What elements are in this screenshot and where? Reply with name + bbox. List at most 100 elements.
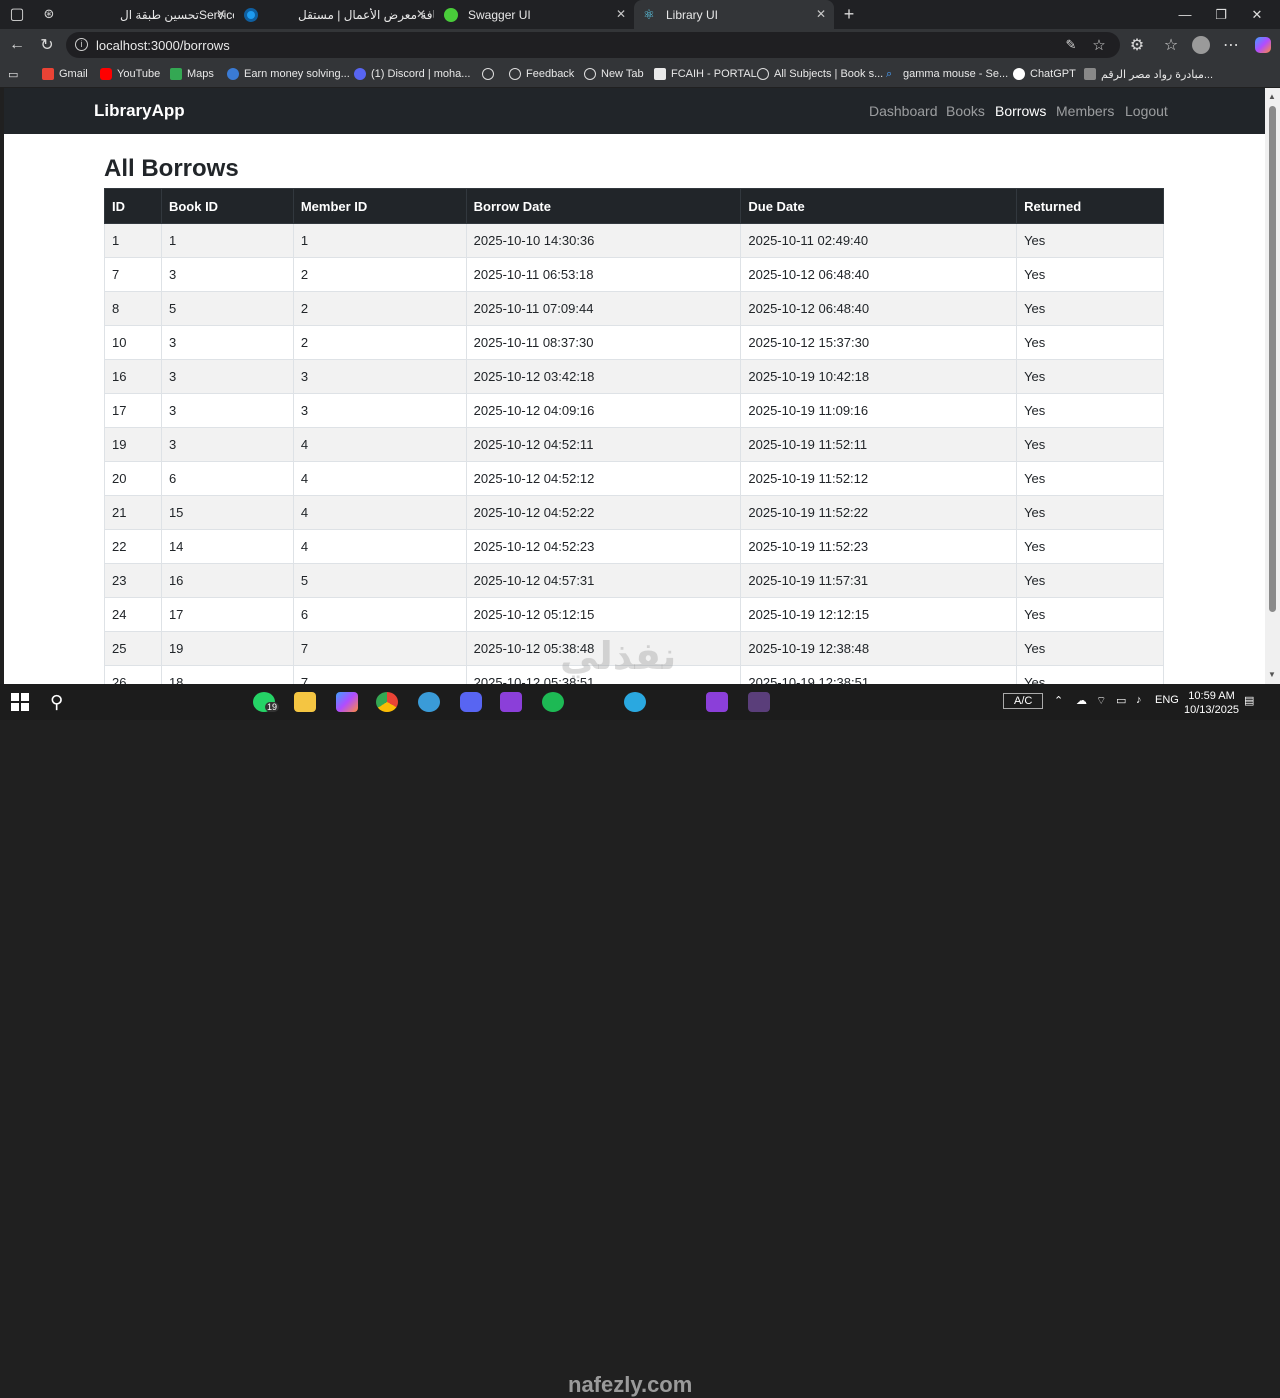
browser-toolbar: ← ↻ i localhost:3000/borrows ✎ ☆ ⚙ ☆ ⋯: [0, 29, 1280, 61]
page-scrollbar[interactable]: ▲ ▼: [1265, 88, 1280, 684]
tab-actions-icon[interactable]: ▢: [6, 4, 28, 24]
table-cell: 17: [104, 393, 162, 428]
bookmark-feedback[interactable]: Feedback: [509, 66, 574, 82]
search-icon[interactable]: ⚲: [50, 692, 72, 712]
table-cell: 2025-10-12 06:48:40: [740, 257, 1018, 292]
discord-taskbar-icon[interactable]: [460, 692, 482, 712]
table-cell: 2025-10-19 10:42:18: [740, 359, 1018, 394]
table-cell: Yes: [1016, 563, 1164, 598]
site-info-icon[interactable]: i: [75, 38, 88, 51]
table-cell: Yes: [1016, 291, 1164, 326]
bookmark-new-tab[interactable]: New Tab: [584, 66, 644, 82]
bookmark-earn-money[interactable]: Earn money solving...: [227, 66, 350, 82]
table-cell: Yes: [1016, 597, 1164, 632]
watermark-arabic: نفذلي: [560, 636, 677, 678]
spotify-icon[interactable]: [542, 692, 564, 712]
windows-start-icon[interactable]: [10, 692, 32, 712]
new-tab-icon[interactable]: +: [838, 4, 860, 24]
reload-icon[interactable]: ↻: [36, 35, 58, 55]
visual-studio-2-icon[interactable]: [706, 692, 728, 712]
bookmark-gmail[interactable]: Gmail: [42, 66, 88, 82]
bookmark-youtube[interactable]: YouTube: [100, 66, 160, 82]
table-cell: 2025-10-19 11:52:23: [740, 529, 1018, 564]
volume-icon[interactable]: ♪: [1136, 694, 1142, 706]
bookmark-maps[interactable]: Maps: [170, 66, 214, 82]
table-cell: 16: [104, 359, 162, 394]
more-menu-icon[interactable]: ⋯: [1220, 35, 1242, 55]
table-cell: 6: [292, 597, 467, 632]
scrollbar-thumb[interactable]: [1269, 106, 1276, 612]
whatsapp-icon[interactable]: 19: [253, 692, 280, 712]
table-cell: 2025-10-10 14:30:36: [465, 223, 742, 258]
table-cell: 2025-10-11 02:49:40: [740, 223, 1018, 258]
translate-icon[interactable]: ✎: [1060, 35, 1082, 55]
profile-avatar-icon[interactable]: [1190, 35, 1212, 55]
close-tab-icon[interactable]: ✕: [816, 7, 826, 21]
openai-favicon-icon[interactable]: ⊛: [38, 4, 60, 24]
tab-swagger[interactable]: Swagger UI ✕: [436, 0, 634, 29]
language-indicator[interactable]: ENG: [1155, 694, 1179, 706]
back-icon[interactable]: ←: [6, 35, 28, 55]
collections-icon[interactable]: ▭: [8, 66, 18, 82]
tab-service-layer[interactable]: تحسين طبقة الService ✕: [62, 0, 234, 29]
notifications-icon[interactable]: ▤: [1244, 694, 1254, 707]
close-tab-icon[interactable]: ✕: [416, 7, 426, 21]
nav-borrows[interactable]: Borrows: [995, 103, 1046, 119]
nav-members[interactable]: Members: [1056, 103, 1114, 119]
bookmark-fcaih-portal[interactable]: FCAIH - PORTAL: [654, 66, 757, 82]
extensions-icon[interactable]: ⚙: [1126, 35, 1148, 55]
table-cell: 4: [292, 461, 467, 496]
close-tab-icon[interactable]: ✕: [216, 7, 226, 21]
bookmark-globe[interactable]: [482, 66, 499, 82]
table-row: 24 17 6 2025-10-12 05:12:15 2025-10-19 12:12…: [104, 597, 1164, 632]
table-cell: 2025-10-12 04:57:31: [465, 563, 742, 598]
wifi-icon[interactable]: ⌔: [1096, 694, 1106, 708]
bookmark-rowad-misr[interactable]: مبادرة رواد مصر الرقم...: [1084, 66, 1213, 82]
table-row: 10 3 2 2025-10-11 08:37:30 2025-10-12 15:37:…: [104, 325, 1164, 360]
table-cell: 10: [104, 325, 162, 360]
close-tab-icon[interactable]: ✕: [616, 7, 626, 21]
copilot-taskbar-icon[interactable]: [336, 692, 358, 712]
youtube-icon: [100, 68, 112, 80]
scroll-down-icon[interactable]: ▼: [1268, 670, 1276, 679]
edge-icon[interactable]: [418, 692, 440, 712]
table-cell: 3: [292, 393, 467, 428]
globe-icon: [584, 68, 596, 80]
nav-dashboard[interactable]: Dashboard: [869, 103, 938, 119]
bookmark-all-subjects[interactable]: All Subjects | Book s...: [757, 66, 883, 82]
close-window-icon[interactable]: ✕: [1234, 0, 1280, 29]
table-cell: 2025-10-11 07:09:44: [465, 291, 742, 326]
battery-icon[interactable]: ▭: [1116, 694, 1126, 707]
table-cell: 8: [104, 291, 162, 326]
network-status-icon[interactable]: ☁: [1076, 694, 1087, 707]
terminal-icon[interactable]: [748, 692, 770, 712]
copilot-icon[interactable]: [1252, 35, 1274, 55]
file-explorer-icon[interactable]: [294, 692, 316, 712]
clock[interactable]: 10:59 AM 10/13/2025: [1184, 689, 1239, 717]
nav-books[interactable]: Books: [946, 103, 985, 119]
table-cell: 2025-10-19 12:38:48: [740, 631, 1018, 666]
bookmark-discord[interactable]: (1) Discord | moha...: [354, 66, 470, 82]
visual-studio-icon[interactable]: [500, 692, 522, 712]
windows-taskbar: ⚲ 19 nafezly.com A/C ⌃ ☁ ⌔ ▭ ♪ ENG 10:59…: [0, 684, 1280, 1397]
table-cell: Yes: [1016, 495, 1164, 530]
tab-library-ui[interactable]: ⚛ Library UI ✕: [634, 0, 834, 29]
favorites-icon[interactable]: ☆: [1160, 35, 1182, 55]
nav-logout[interactable]: Logout: [1125, 103, 1168, 119]
favorite-star-icon[interactable]: ☆: [1088, 35, 1110, 55]
table-cell: 2025-10-19 11:52:11: [740, 427, 1018, 462]
table-row: 1 1 1 2025-10-10 14:30:36 2025-10-11 02:49:4…: [104, 223, 1164, 258]
page-title: All Borrows: [104, 155, 239, 182]
address-bar[interactable]: i localhost:3000/borrows ✎ ☆: [66, 32, 1120, 58]
scroll-up-icon[interactable]: ▲: [1268, 92, 1276, 101]
app-brand[interactable]: LibraryApp: [94, 101, 185, 121]
app-icon[interactable]: [624, 692, 646, 712]
bookmark-gamma-mouse[interactable]: ⌕ gamma mouse - Se...: [886, 66, 1008, 82]
tray-chevron-icon[interactable]: ⌃: [1054, 694, 1063, 707]
tab-mostaql[interactable]: إضافة معرض الأعمال | مستقل ✕: [236, 0, 434, 29]
table-cell: 23: [104, 563, 162, 598]
chrome-icon[interactable]: [376, 692, 398, 712]
keyboard-mode[interactable]: A/C: [1003, 693, 1044, 709]
bookmark-chatgpt[interactable]: ChatGPT: [1013, 66, 1076, 82]
table-body: 1 1 1 2025-10-10 14:30:36 2025-10-11 02:49:4…: [104, 223, 1164, 684]
